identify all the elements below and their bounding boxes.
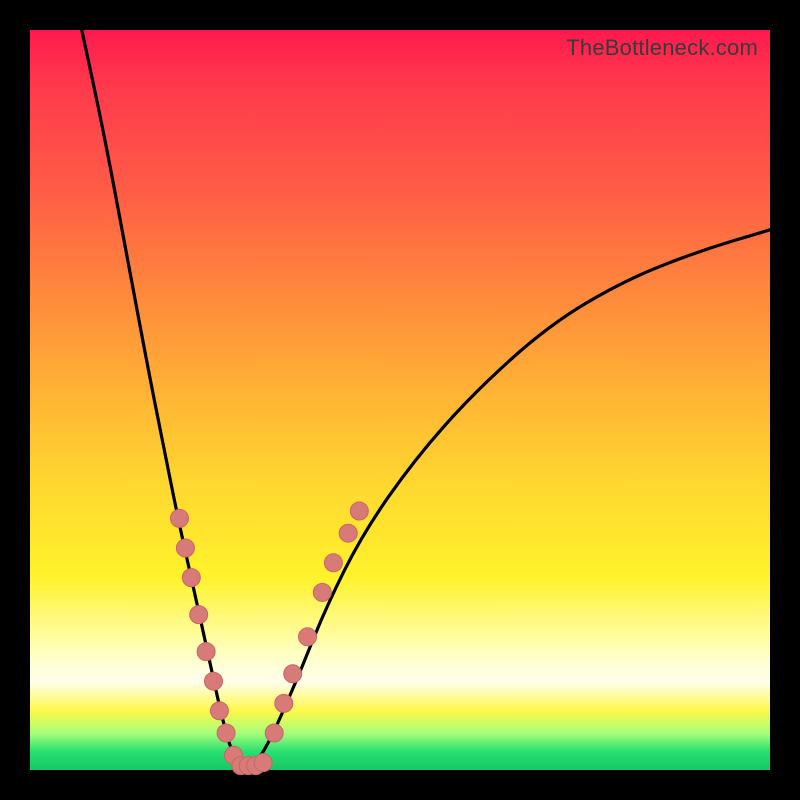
curve-marker (197, 643, 215, 661)
curve-marker (190, 606, 208, 624)
curve-marker (265, 724, 283, 742)
curve-marker (339, 524, 357, 542)
bottleneck-curve (82, 30, 770, 766)
plot-area: TheBottleneck.com (30, 30, 770, 770)
curve-marker (205, 672, 223, 690)
curve-marker (350, 502, 368, 520)
curve-marker (176, 539, 194, 557)
curve-marker (182, 569, 200, 587)
curve-marker (324, 554, 342, 572)
curve-marker (217, 724, 235, 742)
curve-marker (210, 702, 228, 720)
curve-markers (171, 502, 369, 775)
chart-frame: TheBottleneck.com (0, 0, 800, 800)
curve-svg (30, 30, 770, 770)
curve-marker (313, 583, 331, 601)
curve-marker (254, 754, 272, 772)
curve-marker (171, 509, 189, 527)
curve-marker (275, 694, 293, 712)
curve-marker (299, 628, 317, 646)
curve-marker (284, 665, 302, 683)
